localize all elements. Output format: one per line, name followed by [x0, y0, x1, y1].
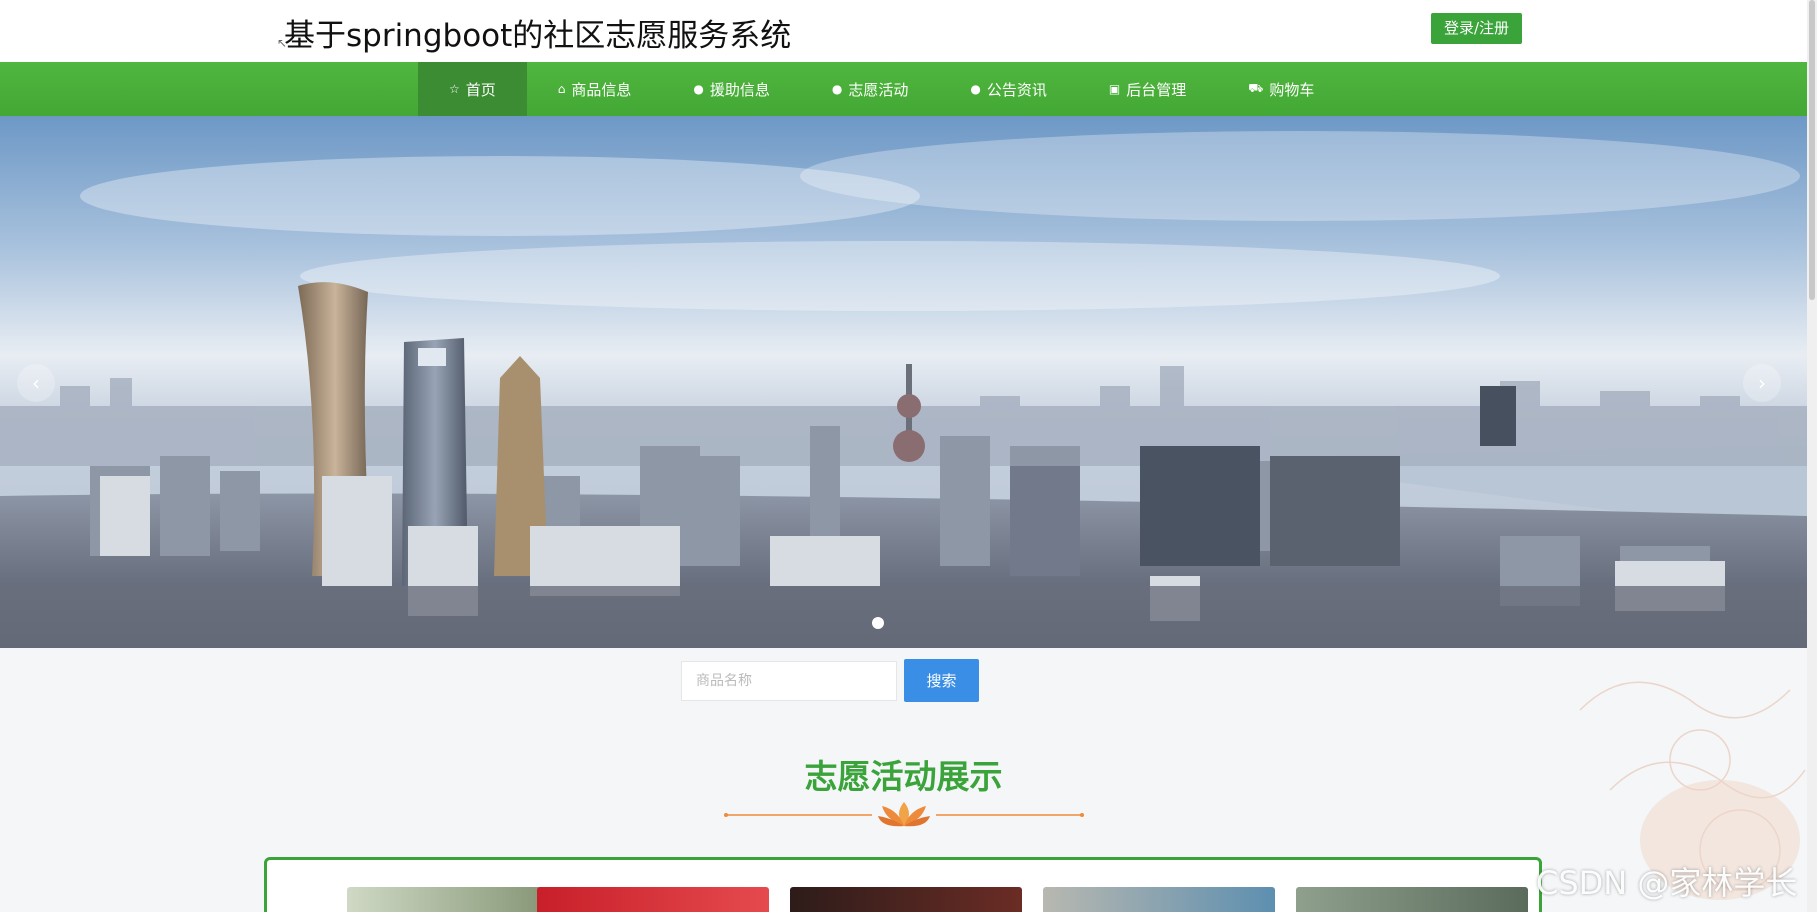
scrollbar-thumb[interactable] [1809, 0, 1815, 300]
nav-item-news[interactable]: ● 公告资讯 [939, 62, 1078, 116]
chevron-left-icon: ‹ [32, 371, 40, 395]
nav-item-volunteer[interactable]: ● 志愿活动 [801, 62, 940, 116]
nav-item-cart[interactable]: ⛟ 购物车 [1217, 62, 1345, 116]
activity-card-5[interactable] [1296, 887, 1528, 912]
nav-item-label: 援助信息 [709, 80, 770, 99]
csdn-watermark: CSDN @家林学长 [1536, 864, 1798, 902]
star-icon: ☆ [449, 82, 460, 96]
nav-item-products[interactable]: ⌂ 商品信息 [527, 62, 663, 116]
briefcase-icon: ▣ [1108, 82, 1121, 96]
search-button[interactable]: 搜索 [904, 659, 979, 702]
banner-cityscape-image [0, 116, 1807, 648]
nav-item-label: 首页 [465, 80, 496, 99]
nav-item-aid[interactable]: ● 援助信息 [662, 62, 801, 116]
product-name-search-input[interactable] [681, 661, 897, 701]
activity-card-4[interactable] [1043, 887, 1275, 912]
carousel-next-button[interactable]: › [1743, 364, 1781, 402]
site-title: 基于springboot的社区志愿服务系统 [284, 18, 792, 54]
activity-card-2[interactable] [537, 887, 769, 912]
carousel-prev-button[interactable]: ‹ [17, 364, 55, 402]
section-title: 志愿活动展示 [804, 757, 1003, 796]
cart-icon: ⛟ [1248, 81, 1264, 95]
header-bar: 基于springboot的社区志愿服务系统 ↖ 登录/注册 [0, 0, 1807, 62]
banner-carousel: ‹ › [0, 116, 1807, 648]
nav-item-home[interactable]: ☆ 首页 [418, 62, 527, 116]
login-register-button[interactable]: 登录/注册 [1431, 13, 1522, 44]
chevron-right-icon: › [1758, 371, 1766, 395]
nav-item-admin[interactable]: ▣ 后台管理 [1078, 62, 1217, 116]
nav-item-label: 购物车 [1269, 80, 1315, 99]
volunteer-activity-list [264, 857, 1542, 912]
lotus-divider-icon [724, 802, 1084, 827]
nav-item-label: 志愿活动 [848, 80, 909, 99]
carousel-indicator-dot[interactable] [872, 617, 884, 629]
nav-item-label: 公告资讯 [986, 80, 1047, 99]
mouse-cursor-icon: ↖ [277, 36, 288, 50]
exclamation-icon: ● [693, 82, 704, 96]
activity-card-3[interactable] [790, 887, 1022, 912]
nav-item-label: 商品信息 [571, 80, 632, 99]
nav-item-label: 后台管理 [1126, 80, 1187, 99]
question-icon: ● [831, 82, 843, 96]
info-icon: ● [970, 82, 981, 96]
main-nav: ☆ 首页 ⌂ 商品信息 ● 援助信息 ● 志愿活动 ● 公告资讯 ▣ 后台管理 … [0, 62, 1807, 116]
bag-icon: ⌂ [557, 82, 566, 96]
